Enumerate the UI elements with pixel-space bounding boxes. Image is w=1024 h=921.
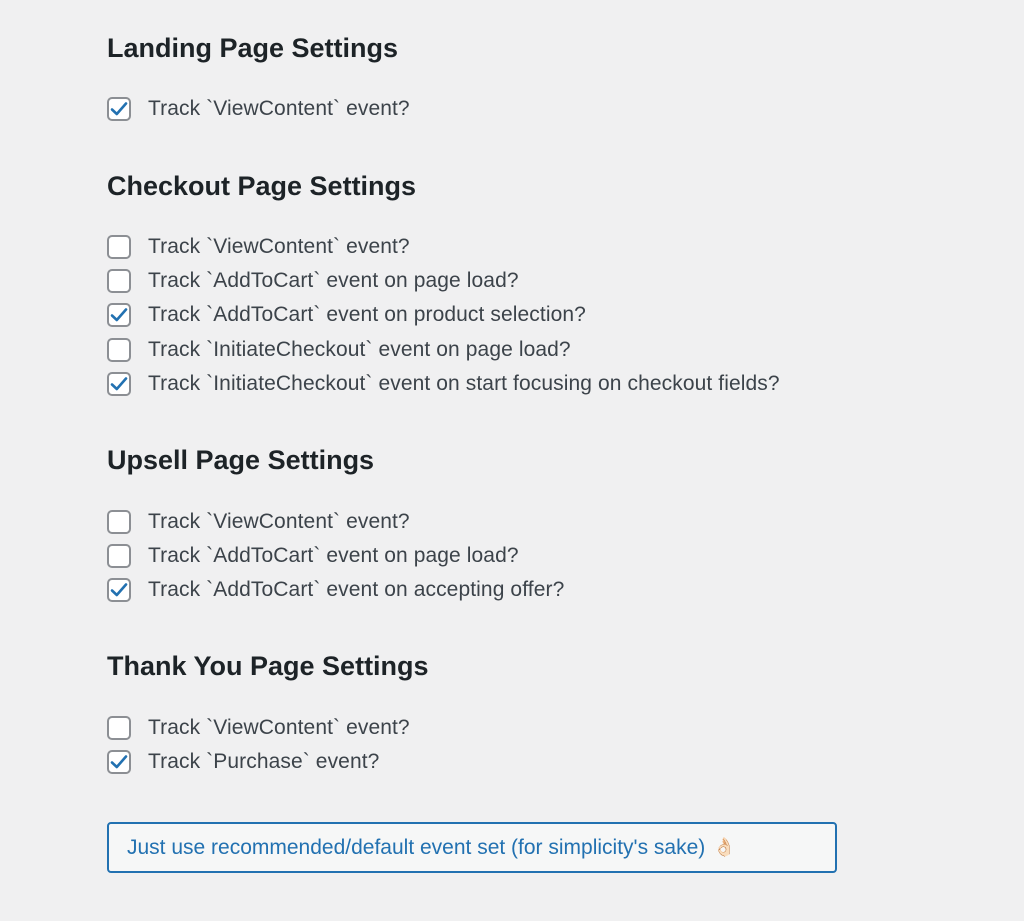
option-label: Track `AddToCart` event on product selec… (148, 303, 586, 326)
option-checkout-initiatecheckout-focus[interactable]: Track `InitiateCheckout` event on start … (107, 370, 780, 398)
option-checkout-viewcontent[interactable]: Track `ViewContent` event? (107, 233, 410, 261)
checkbox[interactable] (107, 578, 131, 602)
checkbox[interactable] (107, 338, 131, 362)
checkbox[interactable] (107, 510, 131, 534)
checkbox[interactable] (107, 372, 131, 396)
event-settings-page: Landing Page Settings Track `ViewContent… (0, 0, 1024, 921)
checkmark-icon (110, 755, 128, 769)
option-label: Track `InitiateCheckout` event on start … (148, 372, 780, 395)
option-landing-viewcontent[interactable]: Track `ViewContent` event? (107, 95, 410, 123)
option-upsell-viewcontent[interactable]: Track `ViewContent` event? (107, 508, 410, 536)
option-label: Track `Purchase` event? (148, 750, 380, 773)
checkbox[interactable] (107, 97, 131, 121)
checkbox[interactable] (107, 235, 131, 259)
checkbox[interactable] (107, 269, 131, 293)
option-thankyou-purchase[interactable]: Track `Purchase` event? (107, 748, 379, 776)
section-title-upsell: Upsell Page Settings (107, 445, 375, 475)
section-title-thankyou: Thank You Page Settings (107, 651, 429, 681)
option-label: Track `ViewContent` event? (148, 510, 410, 533)
option-label: Track `AddToCart` event on page load? (148, 269, 519, 292)
option-label: Track `ViewContent` event? (148, 97, 410, 120)
option-thankyou-viewcontent[interactable]: Track `ViewContent` event? (107, 714, 410, 742)
checkbox[interactable] (107, 716, 131, 740)
checkmark-icon (110, 102, 128, 116)
checkbox[interactable] (107, 750, 131, 774)
ok-hand-icon: 👌🏻 (713, 837, 736, 858)
section-title-checkout: Checkout Page Settings (107, 171, 417, 201)
checkmark-icon (110, 377, 128, 391)
button-label: Just use recommended/default event set (… (127, 835, 706, 859)
checkbox[interactable] (107, 303, 131, 327)
checkmark-icon (110, 583, 128, 597)
option-checkout-addtocart-selection[interactable]: Track `AddToCart` event on product selec… (107, 301, 586, 329)
option-label: Track `InitiateCheckout` event on page l… (148, 338, 571, 361)
option-upsell-addtocart-accept[interactable]: Track `AddToCart` event on accepting off… (107, 576, 564, 604)
option-label: Track `AddToCart` event on page load? (148, 544, 519, 567)
checkmark-icon (110, 308, 128, 322)
checkbox[interactable] (107, 544, 131, 568)
use-recommended-defaults-button[interactable]: Just use recommended/default event set (… (107, 822, 837, 873)
option-upsell-addtocart-load[interactable]: Track `AddToCart` event on page load? (107, 542, 519, 570)
option-label: Track `ViewContent` event? (148, 235, 410, 258)
option-checkout-addtocart-load[interactable]: Track `AddToCart` event on page load? (107, 267, 519, 295)
option-checkout-initiatecheckout-load[interactable]: Track `InitiateCheckout` event on page l… (107, 336, 571, 364)
section-title-landing: Landing Page Settings (107, 33, 399, 63)
option-label: Track `AddToCart` event on accepting off… (148, 578, 565, 601)
option-label: Track `ViewContent` event? (148, 716, 410, 739)
